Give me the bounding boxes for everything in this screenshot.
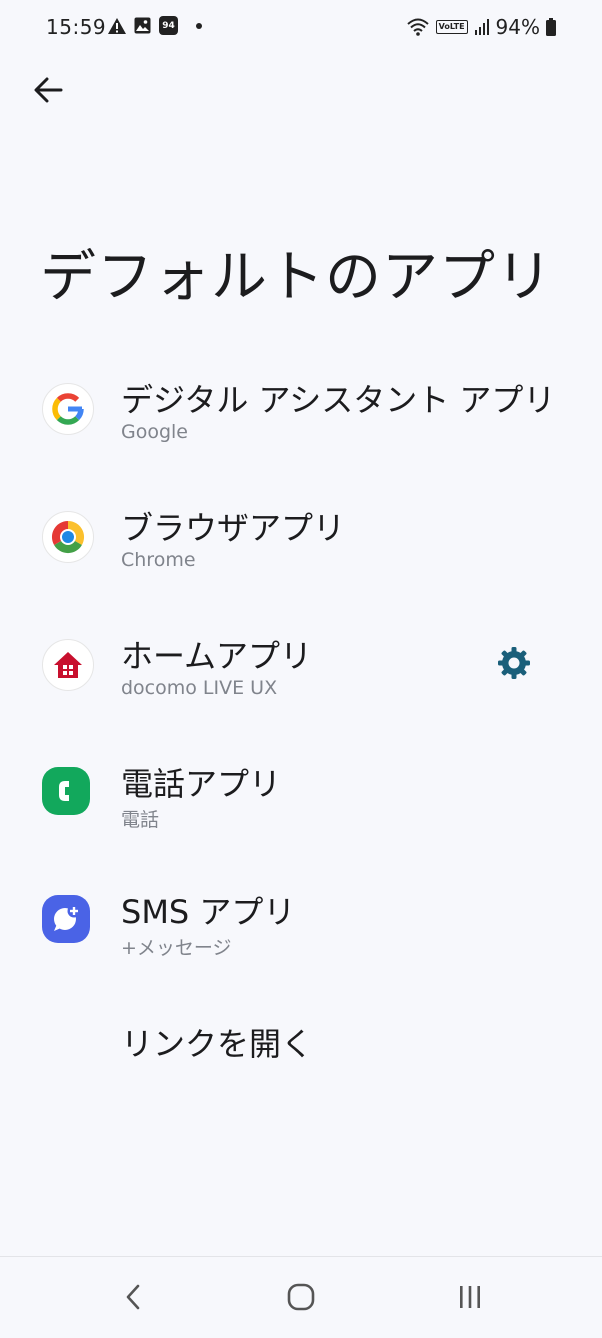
sms-app-item[interactable]: SMS アプリ +メッセージ (0, 857, 602, 985)
row-title: デジタル アシスタント アプリ (121, 381, 556, 419)
home-app-icon (42, 639, 94, 691)
chevron-left-icon (126, 1284, 140, 1310)
nav-recents-button[interactable] (440, 1275, 500, 1319)
gallery-icon (134, 17, 151, 34)
digital-assistant-app-item[interactable]: デジタル アシスタント アプリ Google (0, 345, 602, 473)
row-subtitle: Google (121, 421, 189, 443)
wifi-icon (406, 18, 429, 36)
signal-icon (474, 19, 489, 35)
gear-icon (498, 647, 530, 679)
calendar-badge: 94 (162, 21, 175, 31)
battery-percent: 94% (495, 15, 540, 39)
chrome-icon (42, 511, 94, 563)
default-apps-list: デジタル アシスタント アプリ Google ブラウザアプリ Chrome ホー… (0, 345, 602, 1113)
row-title: ホームアプリ (121, 637, 313, 675)
navigation-bar (0, 1256, 602, 1338)
row-subtitle: Chrome (121, 549, 196, 571)
notification-dot-icon (196, 22, 202, 29)
row-title: ブラウザアプリ (121, 509, 346, 547)
status-bar: 15:59 94 VoLTE 94% (0, 0, 602, 56)
battery-icon (546, 18, 556, 36)
row-title: SMS アプリ (121, 893, 296, 931)
home-settings-button[interactable] (494, 643, 534, 683)
home-app-item[interactable]: ホームアプリ docomo LIVE UX (0, 601, 602, 729)
phone-app-icon (42, 767, 90, 815)
arrow-left-icon (34, 77, 63, 103)
row-subtitle: 電話 (121, 809, 160, 831)
volte-icon: VoLTE (435, 20, 468, 34)
open-links-item[interactable]: リンクを開く (0, 985, 602, 1113)
recents-icon (460, 1286, 480, 1308)
row-title: リンクを開く (121, 1025, 314, 1063)
phone-app-item[interactable]: 電話アプリ 電話 (0, 729, 602, 857)
notification-icons: 94 (108, 16, 202, 35)
row-title: 電話アプリ (121, 765, 282, 803)
status-time: 15:59 (46, 15, 107, 39)
browser-app-item[interactable]: ブラウザアプリ Chrome (0, 473, 602, 601)
plus-message-icon (42, 895, 90, 943)
system-icons: VoLTE 94% (406, 15, 556, 39)
google-icon (42, 383, 94, 435)
nav-home-button[interactable] (271, 1275, 331, 1319)
home-outline-icon (287, 1283, 315, 1311)
back-button[interactable] (24, 66, 72, 114)
nav-back-button[interactable] (103, 1275, 163, 1319)
calendar-icon: 94 (159, 16, 178, 35)
row-subtitle: +メッセージ (121, 937, 232, 959)
row-subtitle: docomo LIVE UX (121, 677, 278, 699)
page-title: デフォルトのアプリ (40, 245, 553, 310)
warning-icon (108, 17, 126, 34)
